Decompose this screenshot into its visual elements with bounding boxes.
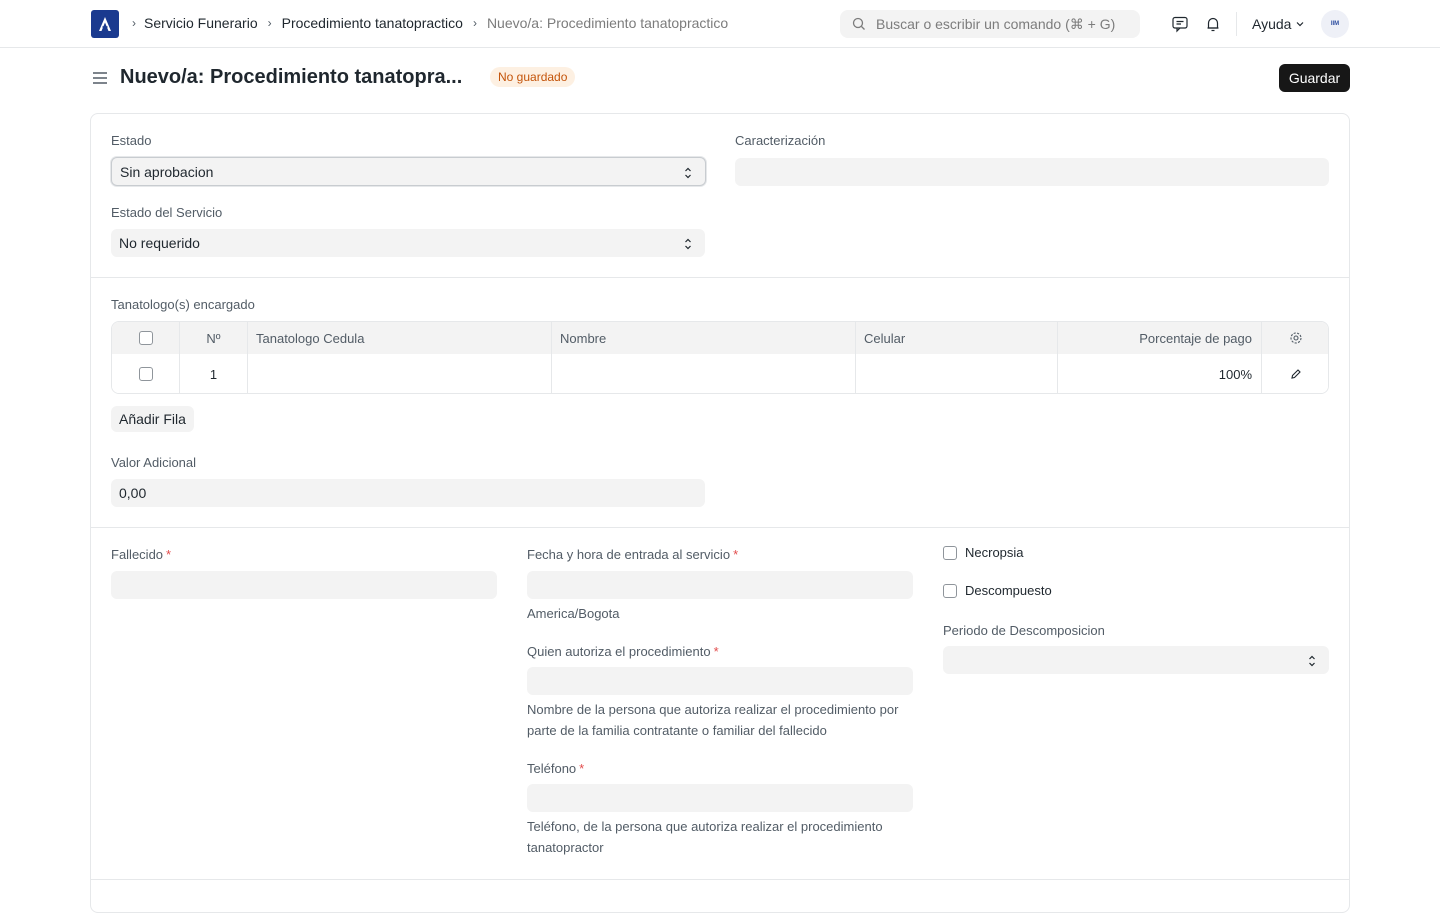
- caracterizacion-field[interactable]: [735, 158, 1329, 186]
- select-arrows-icon: [685, 167, 691, 179]
- page-title: Nuevo/a: Procedimiento tanatopra...: [120, 66, 463, 88]
- chevron-down-icon: [1297, 22, 1304, 27]
- save-button[interactable]: Guardar: [1279, 64, 1350, 92]
- pencil-icon[interactable]: [1290, 368, 1302, 380]
- descompuesto-checkbox[interactable]: [943, 583, 957, 598]
- valor-adicional-value: 0,00: [119, 485, 147, 501]
- page-head: Nuevo/a: Procedimiento tanatopra... No g…: [0, 48, 1440, 108]
- autoriza-field[interactable]: [527, 667, 913, 695]
- telefono-label-text: Teléfono: [527, 761, 577, 776]
- form-card: Estado Sin aprobacion Caracterización Es…: [90, 113, 1350, 913]
- tanatologos-label: Tanatologo(s) encargado: [111, 297, 255, 312]
- breadcrumb-current: Nuevo/a: Procedimiento tanatopractico: [486, 15, 729, 31]
- gear-icon[interactable]: [1289, 331, 1303, 345]
- col-celular: Celular: [856, 322, 1058, 354]
- col-nombre: Nombre: [552, 322, 856, 354]
- valor-adicional-label: Valor Adicional: [111, 455, 197, 470]
- hamburger-icon[interactable]: [92, 70, 108, 89]
- breadcrumb: › Servicio Funerario › Procedimiento tan…: [132, 15, 728, 31]
- fallecido-field[interactable]: [111, 571, 497, 599]
- estado-servicio-select[interactable]: No requerido: [111, 229, 705, 257]
- row-checkbox[interactable]: [138, 367, 153, 381]
- estado-label: Estado: [111, 133, 152, 148]
- section-fallecido: Fallecido * Fecha y hora de entrada al se…: [91, 528, 1349, 880]
- autoriza-label-text: Quien autoriza el procedimiento: [527, 644, 711, 659]
- logo-icon: [99, 17, 111, 31]
- navbar: › Servicio Funerario › Procedimiento tan…: [0, 0, 1440, 48]
- required-asterisk: *: [166, 547, 172, 562]
- necropsia-checkbox[interactable]: [943, 545, 957, 560]
- row-no: 1: [180, 354, 248, 393]
- col-cedula: Tanatologo Cedula: [248, 322, 552, 354]
- estado-select[interactable]: Sin aprobacion: [111, 157, 706, 186]
- tanatologos-table: Nº Tanatologo Cedula Nombre Celular Porc…: [111, 321, 1329, 394]
- row-edit-cell: [1262, 354, 1328, 393]
- col-porcentaje: Porcentaje de pago: [1058, 322, 1262, 354]
- select-arrows-icon: [685, 238, 691, 250]
- col-no: Nº: [180, 322, 248, 354]
- descompuesto-checkbox-row[interactable]: Descompuesto: [943, 583, 1052, 598]
- chevron-right-icon: ›: [132, 16, 136, 30]
- periodo-select[interactable]: [943, 646, 1329, 674]
- required-asterisk: *: [579, 761, 585, 776]
- necropsia-label: Necropsia: [965, 545, 1024, 560]
- avatar[interactable]: IIM: [1321, 10, 1349, 38]
- section-estado: Estado Sin aprobacion Caracterización Es…: [91, 114, 1349, 278]
- nav-divider: [1236, 12, 1237, 36]
- row-select-cell: [112, 354, 180, 393]
- estado-servicio-value: No requerido: [119, 235, 200, 251]
- estado-value: Sin aprobacion: [120, 163, 214, 180]
- row-nombre[interactable]: [552, 354, 856, 393]
- chevron-right-icon: ›: [267, 16, 272, 30]
- add-row-button[interactable]: Añadir Fila: [111, 406, 194, 432]
- row-porcentaje[interactable]: 100%: [1058, 354, 1262, 393]
- autoriza-help: Nombre de la persona que autoriza realiz…: [527, 702, 899, 738]
- table-header: Nº Tanatologo Cedula Nombre Celular Porc…: [112, 322, 1328, 354]
- fallecido-label: Fallecido *: [111, 547, 171, 562]
- telefono-help: Teléfono, de la persona que autoriza rea…: [527, 819, 883, 855]
- select-all-checkbox[interactable]: [138, 331, 153, 345]
- select-arrows-icon: [1309, 655, 1315, 667]
- help-label: Ayuda: [1252, 16, 1292, 32]
- row-cedula[interactable]: [248, 354, 552, 393]
- app-logo[interactable]: [91, 10, 119, 38]
- row-celular[interactable]: [856, 354, 1058, 393]
- fecha-label: Fecha y hora de entrada al servicio *: [527, 547, 738, 562]
- bell-icon[interactable]: [1203, 14, 1223, 34]
- table-row[interactable]: 1 100%: [112, 354, 1328, 393]
- search-placeholder: Buscar o escribir un comando (⌘ + G): [876, 15, 1116, 32]
- settings-cell: [1262, 322, 1328, 354]
- breadcrumb-procedimiento[interactable]: Procedimiento tanatopractico: [282, 15, 463, 31]
- caracterizacion-label: Caracterización: [735, 133, 826, 148]
- required-asterisk: *: [713, 644, 719, 659]
- fallecido-label-text: Fallecido: [111, 547, 164, 562]
- descompuesto-label: Descompuesto: [965, 583, 1052, 598]
- periodo-label: Periodo de Descomposicion: [943, 623, 1105, 638]
- telefono-field[interactable]: [527, 784, 913, 812]
- status-badge: No guardado: [490, 67, 576, 87]
- chat-icon[interactable]: [1170, 14, 1190, 34]
- chevron-right-icon: ›: [472, 16, 477, 30]
- timezone-text: America/Bogota: [527, 606, 620, 621]
- search-input[interactable]: Buscar o escribir un comando (⌘ + G): [840, 10, 1140, 38]
- telefono-label: Teléfono *: [527, 761, 584, 776]
- select-all-cell: [112, 322, 180, 354]
- valor-adicional-field[interactable]: 0,00: [111, 479, 705, 507]
- fecha-field[interactable]: [527, 571, 913, 599]
- estado-servicio-label: Estado del Servicio: [111, 205, 223, 220]
- autoriza-label: Quien autoriza el procedimiento *: [527, 644, 719, 659]
- help-dropdown[interactable]: Ayuda: [1252, 16, 1305, 32]
- fecha-label-text: Fecha y hora de entrada al servicio: [527, 547, 731, 562]
- required-asterisk: *: [733, 547, 739, 562]
- search-icon: [852, 17, 865, 30]
- necropsia-checkbox-row[interactable]: Necropsia: [943, 545, 1024, 560]
- breadcrumb-servicio-funerario[interactable]: Servicio Funerario: [144, 15, 258, 31]
